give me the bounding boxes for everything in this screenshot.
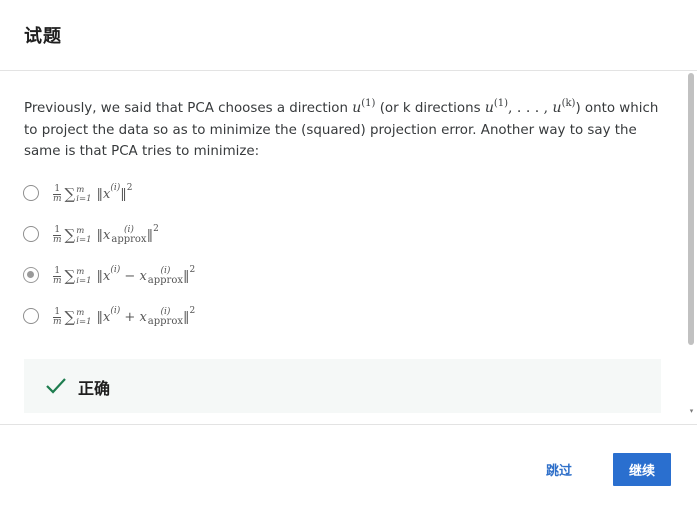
- option-formula: 1m ∑ m i=1 ‖ x (i) − x (i) approx ‖ 2: [53, 265, 196, 286]
- dialog-body: Previously, we said that PCA chooses a d…: [0, 71, 686, 424]
- scroll-down-arrow-icon[interactable]: ▾: [687, 408, 696, 415]
- radio-button[interactable]: [23, 308, 39, 324]
- answer-option[interactable]: 1m ∑ m i=1 ‖ x (i) approx ‖ 2: [22, 218, 662, 259]
- radio-button[interactable]: [23, 185, 39, 201]
- feedback-correct: 正确: [24, 359, 661, 413]
- answer-option-selected[interactable]: 1m ∑ m i=1 ‖ x (i) − x (i) approx ‖ 2: [22, 259, 662, 300]
- dialog-header: 试题: [0, 0, 697, 71]
- dialog-footer: 跳过 继续: [0, 424, 697, 510]
- radio-button-checked[interactable]: [23, 267, 39, 283]
- answer-options: 1m ∑ m i=1 ‖ x (i) ‖ 2 1m ∑ m i=1 ‖ x (i) approx ‖…: [22, 177, 662, 341]
- checkmark-icon: [46, 378, 66, 394]
- dialog-title: 试题: [24, 26, 62, 47]
- question-part1: Previously, we said that PCA chooses a d…: [24, 101, 353, 116]
- option-formula: 1m ∑ m i=1 ‖ x (i) approx ‖ 2: [53, 224, 159, 245]
- question-part2: (or k directions: [375, 101, 485, 116]
- answer-option[interactable]: 1m ∑ m i=1 ‖ x (i) + x (i) approx ‖ 2: [22, 300, 662, 341]
- radio-button[interactable]: [23, 226, 39, 242]
- question-text: Previously, we said that PCA chooses a d…: [24, 93, 664, 163]
- quiz-dialog: 试题 Previously, we said that PCA chooses …: [0, 0, 697, 509]
- feedback-text: 正确: [78, 379, 111, 398]
- option-formula: 1m ∑ m i=1 ‖ x (i) + x (i) approx ‖ 2: [53, 306, 196, 327]
- answer-option[interactable]: 1m ∑ m i=1 ‖ x (i) ‖ 2: [22, 177, 662, 218]
- math-u-list: u(1), . . . , u(k): [484, 98, 576, 116]
- continue-button[interactable]: 继续: [613, 453, 671, 486]
- scrollbar-thumb[interactable]: [688, 73, 694, 345]
- option-formula: 1m ∑ m i=1 ‖ x (i) ‖ 2: [53, 183, 133, 204]
- skip-button[interactable]: 跳过: [546, 460, 572, 479]
- math-u1: u(1): [352, 98, 376, 116]
